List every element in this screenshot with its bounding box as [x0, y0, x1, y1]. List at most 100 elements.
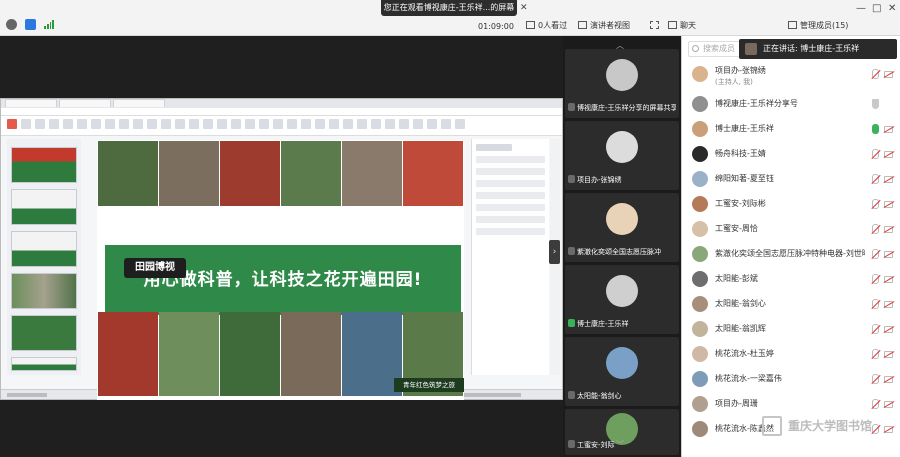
participant-name: 项目办-张锦绣: [715, 66, 766, 75]
mic-muted-icon[interactable]: [872, 199, 879, 209]
avatar: [692, 321, 708, 337]
video-tile[interactable]: 博士康庄-王乐祥: [565, 265, 679, 334]
members-icon: [788, 21, 797, 29]
close-icon[interactable]: ✕: [888, 3, 896, 14]
avatar: [606, 347, 638, 379]
camera-off-icon[interactable]: [884, 251, 893, 258]
members-button[interactable]: 管理成员(15): [788, 19, 848, 33]
view-mode-button[interactable]: 演讲者视图: [578, 19, 630, 33]
info-icon[interactable]: [6, 19, 17, 30]
camera-off-icon[interactable]: [884, 151, 893, 158]
participant-row[interactable]: 紫澈化奕颂全国志愿压脉冲特种电器-刘世曦: [682, 242, 900, 267]
minimize-icon[interactable]: —: [856, 3, 866, 14]
mic-on-icon: [568, 319, 575, 327]
camera-off-icon[interactable]: [884, 176, 893, 183]
participant-list: 项目办-张锦绣 (主持人, 我) 博视康庄-王乐祥分享号博士康庄-王乐祥畅舟科技-王…: [682, 62, 900, 442]
video-tile[interactable]: 太阳能-翁剑心: [565, 337, 679, 406]
participant-row[interactable]: 太阳能-彭斌: [682, 267, 900, 292]
avatar: [692, 421, 708, 437]
avatar: [606, 59, 638, 91]
avatar: [606, 275, 638, 307]
camera-off-icon[interactable]: [884, 376, 893, 383]
participant-row[interactable]: 太阳能-翁凯辉: [682, 317, 900, 342]
participant-row[interactable]: 博士康庄-王乐祥: [682, 117, 900, 142]
participant-name: 太阳能-彭斌: [715, 274, 758, 283]
participant-name: 桃花流水-一梁嘉伟: [715, 374, 782, 383]
participant-row[interactable]: 太阳能-翁剑心: [682, 292, 900, 317]
participant-row[interactable]: 项目办-张锦绣 (主持人, 我): [682, 62, 900, 92]
avatar: [606, 131, 638, 163]
fullscreen-icon: [650, 21, 659, 29]
participant-row[interactable]: 工蜜安-周恰: [682, 217, 900, 242]
camera-off-icon[interactable]: [884, 126, 893, 133]
video-tile-label: 博士康庄-王乐祥: [568, 319, 676, 330]
camera-off-icon[interactable]: [884, 351, 893, 358]
participant-name: 绵阳知著-夏至钰: [715, 174, 774, 183]
participant-row[interactable]: 桃花流水-一梁嘉伟: [682, 367, 900, 392]
viewer-count-button[interactable]: 0人看过: [526, 19, 567, 33]
banner-close-icon[interactable]: ✕: [520, 3, 530, 13]
mic-muted-icon: [568, 440, 575, 448]
avatar: [692, 246, 708, 262]
slide-thumbnail: [11, 231, 77, 267]
camera-off-icon[interactable]: [884, 226, 893, 233]
mic-muted-icon[interactable]: [872, 399, 879, 409]
mic-muted-icon[interactable]: [872, 69, 879, 79]
camera-off-icon[interactable]: [884, 71, 893, 78]
mic-muted-icon[interactable]: [872, 249, 879, 259]
video-tile[interactable]: 紫澈化奕颂全国志愿压脉冲: [565, 193, 679, 262]
camera-off-icon[interactable]: [884, 326, 893, 333]
photo-collage-top: [98, 141, 463, 206]
share-status-icon[interactable]: [872, 99, 879, 109]
camera-off-icon[interactable]: [884, 301, 893, 308]
avatar: [692, 296, 708, 312]
maximize-icon[interactable]: □: [872, 3, 881, 14]
chat-label: 聊天: [680, 21, 696, 30]
camera-off-icon[interactable]: [884, 276, 893, 283]
avatar: [692, 171, 708, 187]
avatar: [692, 396, 708, 412]
participant-name: 太阳能-翁剑心: [715, 299, 766, 308]
slide-title: 用心做科普，让科技之花开遍田园!: [143, 270, 423, 290]
participant-row[interactable]: 博视康庄-王乐祥分享号: [682, 92, 900, 117]
avatar: [692, 146, 708, 162]
speaking-indicator: 正在讲话: 博士康庄-王乐祥: [739, 39, 897, 59]
meeting-timer: 01:09:00: [478, 22, 514, 31]
camera-off-icon[interactable]: [884, 201, 893, 208]
viewer-count-label: 0人看过: [538, 21, 568, 30]
shield-icon[interactable]: [25, 19, 36, 30]
watermark: 重庆大学图书馆: [762, 414, 888, 438]
signal-icon[interactable]: [44, 19, 54, 29]
ppt-tab-bar: [1, 99, 562, 108]
mic-muted-icon[interactable]: [872, 174, 879, 184]
video-tile[interactable]: 项目办-张锦绣: [565, 121, 679, 190]
collapse-panel-button[interactable]: ›: [549, 240, 560, 264]
mic-muted-icon[interactable]: [872, 299, 879, 309]
camera-off-icon[interactable]: [884, 401, 893, 408]
mic-muted-icon[interactable]: [872, 349, 879, 359]
mic-muted-icon[interactable]: [872, 274, 879, 284]
fullscreen-button[interactable]: [650, 19, 662, 33]
toolbar-left-icons: [6, 19, 54, 30]
mic-on-icon[interactable]: [872, 124, 879, 134]
chat-button[interactable]: 聊天: [668, 19, 696, 33]
participant-name: 畅舟科技-王婧: [715, 149, 766, 158]
avatar: [692, 271, 708, 287]
ppt-tab: [59, 99, 111, 107]
mic-muted-icon[interactable]: [872, 324, 879, 334]
participant-row[interactable]: 绵阳知著-夏至钰: [682, 167, 900, 192]
participant-name: 项目办-周珊: [715, 399, 758, 408]
mic-muted-icon[interactable]: [872, 149, 879, 159]
participant-row[interactable]: 桃花流水-杜玉婷: [682, 342, 900, 367]
members-label: 管理成员(15): [800, 21, 849, 30]
mic-muted-icon[interactable]: [872, 224, 879, 234]
participant-row[interactable]: 工蜜安-刘际彬: [682, 192, 900, 217]
ppt-menu-bar: [1, 108, 562, 116]
participant-name: 博视康庄-王乐祥分享号: [715, 99, 798, 108]
mic-muted-icon[interactable]: [872, 374, 879, 384]
scroll-down-icon[interactable]: ﹀: [616, 439, 624, 450]
slide-thumbnail: [11, 357, 77, 371]
slide-thumbnail: [11, 273, 77, 309]
video-tile[interactable]: 博视康庄-王乐祥分享的屏幕共享: [565, 49, 679, 118]
participant-row[interactable]: 畅舟科技-王婧: [682, 142, 900, 167]
